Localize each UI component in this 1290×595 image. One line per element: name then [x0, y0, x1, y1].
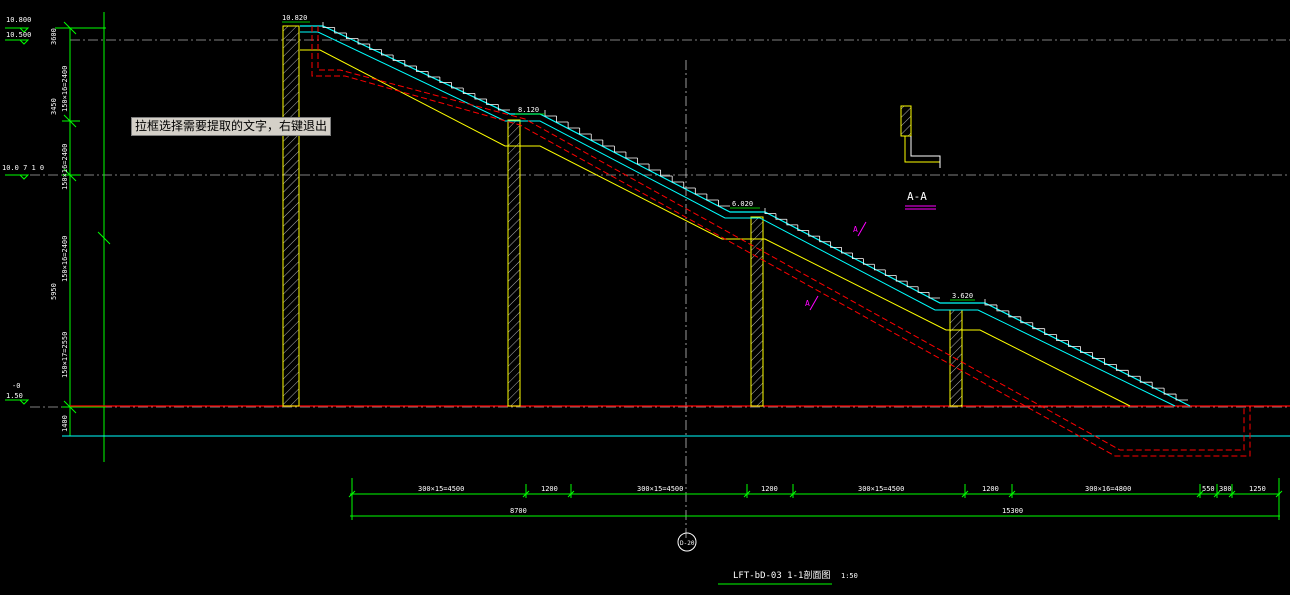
hdim-3: 1200 — [761, 485, 778, 493]
drawing-title: LFT-bD-03 1-1剖面图 — [733, 569, 830, 581]
stair-columns — [282, 25, 963, 407]
stair-step — [718, 200, 730, 207]
hdim-7: 550 — [1202, 485, 1215, 493]
elev-left-2: 10.500 — [6, 31, 31, 39]
stair-step — [625, 152, 638, 159]
stair-step — [556, 116, 569, 123]
stair-step — [579, 128, 592, 135]
axis-bubble-label: D-20 — [680, 540, 695, 547]
stair-step — [706, 194, 719, 201]
column-1 — [282, 25, 300, 407]
extract-text-tooltip: 拉框选择需要提取的文字，右键退出 — [131, 117, 332, 136]
vdim-2: 150×16=2400 — [61, 144, 69, 190]
hdim-0: 300×15=4500 — [418, 485, 464, 493]
elev-landing-2: 8.120 — [518, 106, 539, 114]
vdim-5: 5950 — [50, 283, 58, 300]
stair-step — [884, 269, 897, 276]
drawing-scale: 1:50 — [841, 572, 858, 580]
hdim-1: 1200 — [541, 485, 558, 493]
hdim-2: 300×15=4500 — [637, 485, 683, 493]
stair-step — [544, 110, 557, 117]
hdim-total-a: 8700 — [510, 507, 527, 515]
stair-step — [873, 264, 886, 271]
hdim-6: 300×16=4800 — [1085, 485, 1131, 493]
stair-step — [602, 140, 615, 147]
stair-step — [694, 188, 707, 195]
stair-step — [637, 158, 650, 165]
stair-step — [1163, 388, 1177, 395]
vdim-1: 3600 — [50, 28, 58, 45]
stair-step — [683, 182, 696, 189]
left-dimension-column — [5, 12, 1290, 462]
stair-step — [648, 164, 661, 171]
dimension-ticks — [348, 484, 1283, 498]
stair-step — [895, 275, 908, 282]
stair-step — [906, 281, 919, 288]
vdim-4: 150×16=2400 — [61, 236, 69, 282]
stair-step — [671, 176, 684, 183]
marker-a-2: A — [805, 299, 810, 308]
hdim-total-b: 15300 — [1002, 507, 1023, 515]
stair-step — [917, 286, 930, 293]
stair-step — [590, 134, 603, 141]
column-2 — [507, 119, 521, 407]
elev-landing-3: 6.020 — [732, 200, 753, 208]
stair-step — [928, 292, 940, 299]
elev-top-left: 10.800 — [6, 16, 31, 24]
column-4 — [949, 309, 963, 407]
reference-lines — [30, 39, 1290, 540]
stair-slab — [300, 25, 1251, 457]
vdim-3: 3450 — [50, 98, 58, 115]
hdim-9: 1250 — [1249, 485, 1266, 493]
marker-a-1: A — [853, 225, 858, 234]
landing-marks — [282, 21, 975, 301]
vdim-7: 1400 — [61, 415, 69, 432]
elev-low-left-a: -0 — [12, 382, 20, 390]
vdim-0: 150×16=2400 — [61, 66, 69, 112]
stair-step — [613, 146, 626, 153]
hdim-4: 300×15=4500 — [858, 485, 904, 493]
section-label: A-A — [907, 190, 927, 203]
stair-step — [567, 122, 580, 129]
elev-low-left-b: 1.50 — [6, 392, 23, 400]
vdim-6: 150×17=2550 — [61, 332, 69, 378]
cad-drawing-canvas[interactable]: 10.800 10.500 10.0 7 1 0 -0 1.50 10.820 … — [0, 0, 1290, 595]
elev-landing-4: 3.620 — [952, 292, 973, 300]
bottom-dimensions — [350, 478, 1280, 520]
elev-mid-left: 10.0 7 1 0 — [2, 164, 44, 172]
hdim-5: 1200 — [982, 485, 999, 493]
stair-step — [1175, 394, 1188, 401]
hdim-8: 380 — [1219, 485, 1232, 493]
elev-landing-top: 10.820 — [282, 14, 307, 22]
